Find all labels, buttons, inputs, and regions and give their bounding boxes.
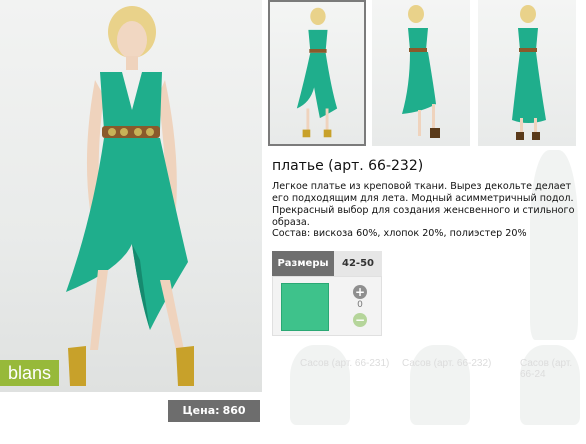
background-caption: Сасов (арт. 66-231)	[300, 358, 390, 369]
sizes-label: Размеры	[277, 258, 329, 269]
main-product-photo[interactable]	[0, 0, 262, 392]
product-description: Легкое платье из креповой ткани. Вырез д…	[272, 181, 575, 228]
thumbnail-back[interactable]	[478, 0, 576, 146]
size-option-row: + 0 −	[272, 276, 382, 336]
background-tile	[520, 345, 580, 425]
product-title: платье (арт. 66-232)	[272, 158, 424, 174]
background-tile	[530, 150, 578, 340]
sizes-header: Размеры 42-50	[272, 251, 382, 276]
quantity-value: 0	[357, 300, 363, 310]
thumbnail-front[interactable]	[268, 0, 366, 146]
price-tag: Цена: 860 руб.	[168, 400, 260, 439]
thumbnail-side[interactable]	[372, 0, 470, 146]
thumbnail-model-front	[296, 7, 338, 138]
brand-label: blans	[0, 360, 60, 386]
minus-circle-icon[interactable]: −	[353, 313, 367, 327]
plus-circle-icon[interactable]: +	[353, 285, 367, 299]
background-tile	[410, 345, 470, 425]
sizes-range: 42-50	[334, 251, 382, 276]
thumbnail-model-side	[402, 5, 440, 138]
thumbnail-model-back	[512, 5, 546, 140]
color-swatch[interactable]	[281, 283, 329, 331]
model-illustration	[66, 6, 194, 386]
price-label: Цена:	[182, 404, 220, 417]
background-caption: Сасов (арт. 66-24	[520, 358, 573, 380]
product-composition: Состав: вискоза 60%, хлопок 20%, полиэст…	[272, 228, 527, 239]
background-caption: Сасов (арт. 66-232)	[402, 358, 492, 369]
background-tile	[290, 345, 350, 425]
